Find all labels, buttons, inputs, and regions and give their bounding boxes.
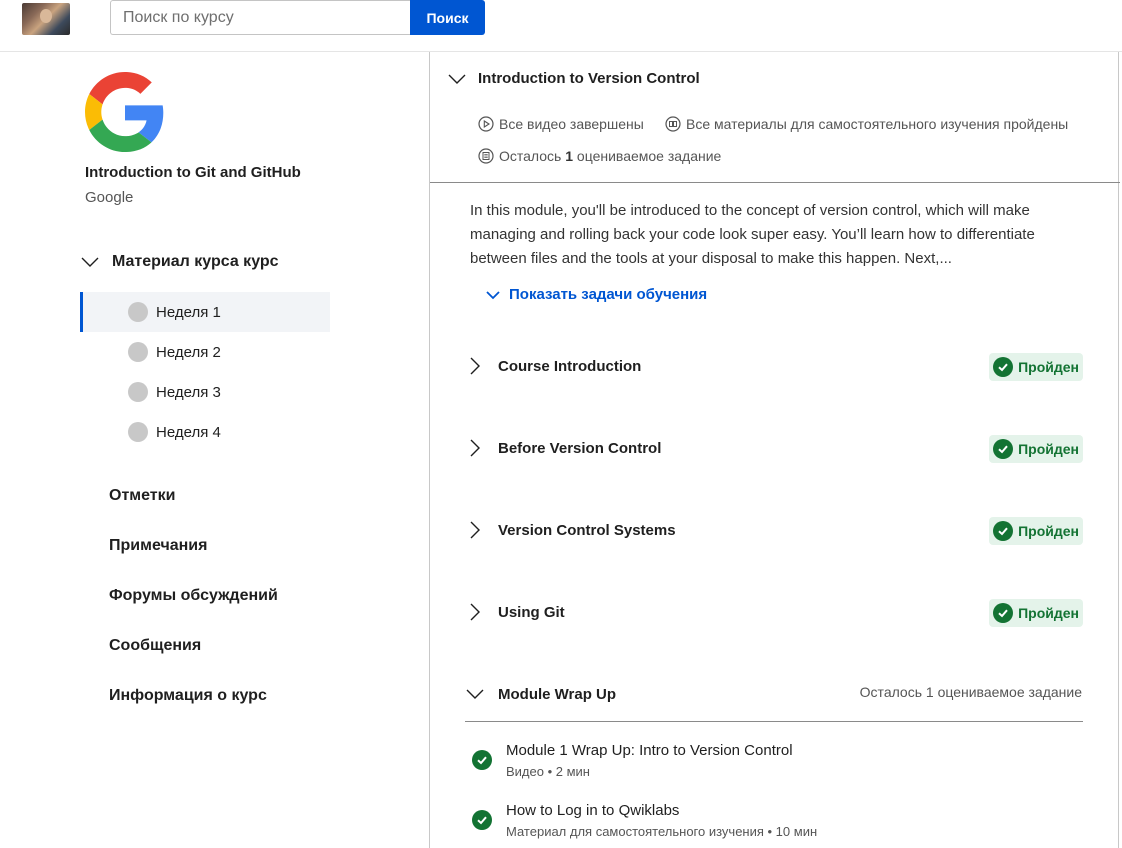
show-learning-objectives-label: Показать задачи обучения [509, 286, 708, 303]
check-icon [993, 603, 1014, 623]
sidebar-link-messages[interactable]: Сообщения [109, 637, 201, 655]
completed-badge: Пройден [989, 517, 1083, 545]
list-item[interactable]: Module 1 Wrap Up: Intro to Version Contr… [472, 742, 793, 779]
chevron-right-icon [470, 521, 480, 539]
remaining-prefix: Осталось [499, 148, 562, 164]
check-icon [993, 439, 1014, 459]
lesson-using-git[interactable]: Using Git Пройден [465, 592, 1085, 632]
lesson-title: Version Control Systems [498, 521, 676, 539]
lesson-title: Course Introduction [498, 357, 642, 375]
course-material-label: Материал курса курс [112, 253, 279, 270]
lesson-course-introduction[interactable]: Course Introduction Пройден [465, 346, 1085, 386]
module-panel: Introduction to Version Control Все виде… [429, 52, 1120, 848]
completed-badge-label: Пройден [1018, 523, 1079, 539]
week-label: Неделя 2 [156, 343, 221, 361]
week-progress-icon [128, 342, 148, 362]
chevron-right-icon [470, 439, 480, 457]
week-progress-icon [128, 382, 148, 402]
item-title[interactable]: Module 1 Wrap Up: Intro to Version Contr… [506, 742, 793, 759]
sidebar-item-week-4[interactable]: Неделя 4 [80, 412, 330, 452]
google-logo [85, 72, 164, 152]
module-title[interactable]: Introduction to Version Control [478, 70, 700, 87]
check-icon [993, 357, 1014, 377]
lesson-version-control-systems[interactable]: Version Control Systems Пройден [465, 510, 1085, 550]
sidebar-item-week-1[interactable]: Неделя 1 [80, 292, 330, 332]
remaining-count: 1 [565, 148, 574, 164]
check-icon [472, 750, 492, 770]
sidebar-link-course-info[interactable]: Информация о курс [109, 687, 267, 705]
check-icon [472, 810, 492, 830]
lesson-title: Using Git [498, 603, 565, 621]
reading-icon [665, 116, 681, 132]
assignment-icon [478, 148, 494, 164]
chevron-down-icon [466, 689, 484, 699]
divider [465, 721, 1083, 722]
sidebar-item-week-3[interactable]: Неделя 3 [80, 372, 330, 412]
chevron-right-icon [470, 357, 480, 375]
chevron-down-icon [486, 290, 500, 299]
lesson-before-version-control[interactable]: Before Version Control Пройден [465, 428, 1085, 468]
chevron-down-icon [81, 257, 99, 267]
item-meta: Материал для самостоятельного изучения •… [506, 824, 818, 839]
user-avatar[interactable] [22, 3, 70, 35]
module-header: Introduction to Version Control Все виде… [430, 52, 1120, 183]
completed-badge-label: Пройден [1018, 359, 1079, 375]
sidebar-link-notes[interactable]: Примечания [109, 537, 207, 555]
week-label: Неделя 3 [156, 383, 221, 401]
list-item[interactable]: How to Log in to Qwiklabs Материал для с… [472, 802, 817, 839]
week-progress-icon [128, 302, 148, 322]
completed-badge: Пройден [989, 435, 1083, 463]
course-sidebar: Introduction to Git and GitHub Google Ма… [0, 52, 430, 848]
videos-status-text: Все видео завершены [499, 116, 644, 132]
module-description: In this module, you'll be introduced to … [470, 202, 1035, 267]
item-title[interactable]: How to Log in to Qwiklabs [506, 802, 817, 819]
materials-status-text: Все материалы для самостоятельного изуче… [686, 116, 1069, 132]
show-learning-objectives-button[interactable]: Показать задачи обучения [485, 286, 707, 303]
chevron-down-icon[interactable] [447, 69, 467, 89]
completed-badge: Пройден [989, 599, 1083, 627]
top-bar: Поиск [0, 0, 1122, 52]
week-progress-icon [128, 422, 148, 442]
lesson-title: Before Version Control [498, 439, 662, 457]
course-material-toggle[interactable]: Материал курса курс [80, 252, 279, 272]
item-meta: Видео • 2 мин [506, 764, 590, 779]
completed-badge: Пройден [989, 353, 1083, 381]
materials-status: Все материалы для самостоятельного изуче… [665, 116, 1068, 132]
sidebar-item-week-2[interactable]: Неделя 2 [80, 332, 330, 372]
videos-status: Все видео завершены [478, 116, 644, 132]
video-icon [478, 116, 494, 132]
lesson-title: Module Wrap Up [498, 685, 617, 703]
completed-badge-label: Пройден [1018, 605, 1079, 621]
course-title[interactable]: Introduction to Git and GitHub [85, 164, 301, 181]
remaining-suffix: оцениваемое задание [576, 148, 722, 164]
week-label: Неделя 1 [156, 303, 221, 321]
sidebar-link-grades[interactable]: Отметки [109, 487, 175, 505]
search-button[interactable]: Поиск [410, 0, 485, 35]
check-icon [993, 521, 1014, 541]
chevron-right-icon [470, 603, 480, 621]
course-organization: Google [85, 189, 134, 206]
wrap-up-remaining: Осталось 1 оцениваемое задание [859, 684, 1082, 700]
course-search-input[interactable] [110, 0, 410, 35]
assignments-status: Осталось 1 оцениваемое задание [478, 148, 721, 164]
sidebar-link-forums[interactable]: Форумы обсуждений [109, 587, 278, 605]
week-label: Неделя 4 [156, 423, 221, 441]
completed-badge-label: Пройден [1018, 441, 1079, 457]
